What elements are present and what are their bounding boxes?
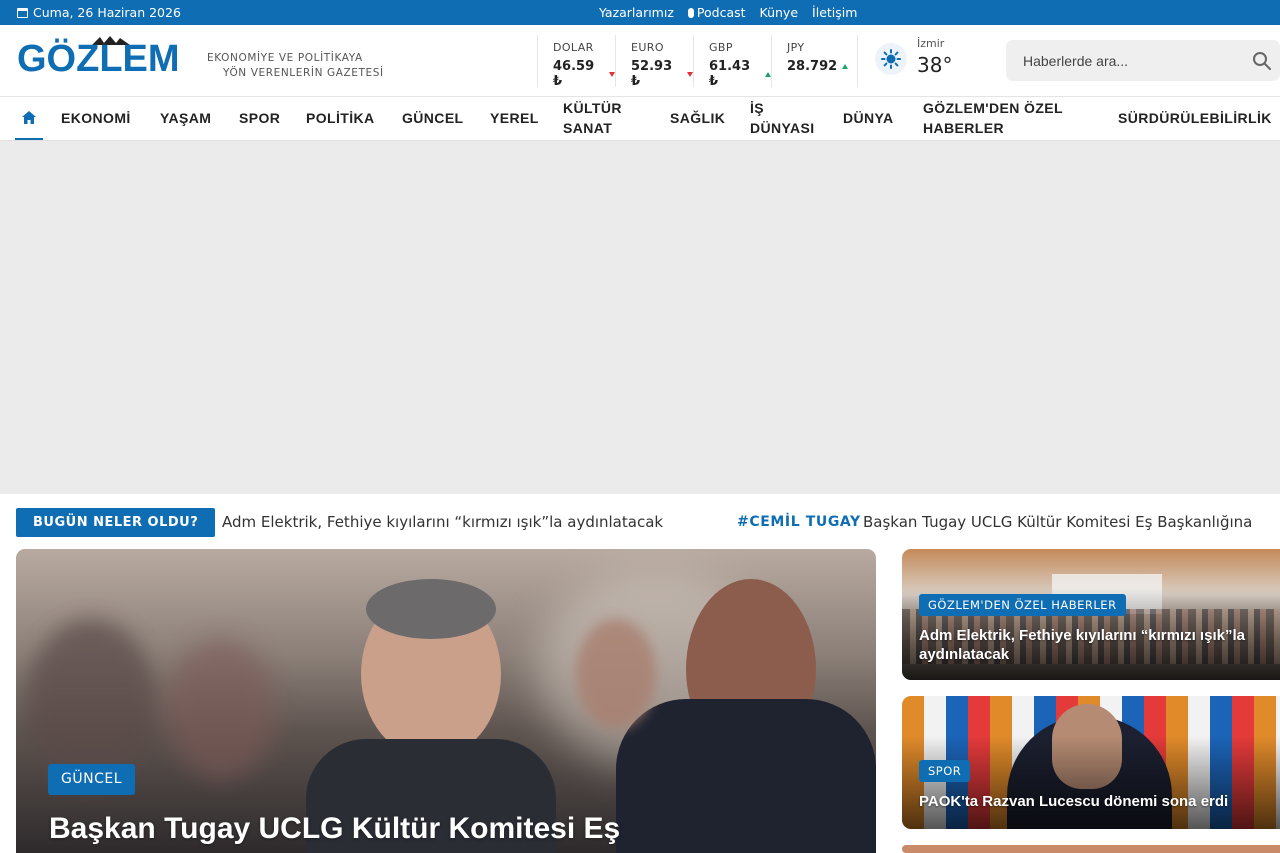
- divider: [857, 35, 858, 87]
- microphone-icon: [687, 7, 694, 18]
- news-ticker: BUGÜN NELER OLDU? Adm Elektrik, Fethiye …: [0, 508, 1280, 538]
- rate-value: 61.43 ₺: [709, 59, 751, 89]
- side-story-card[interactable]: [902, 845, 1280, 853]
- trend-down-icon: [609, 71, 615, 77]
- trend-up-icon: [842, 64, 849, 69]
- nav-label: SANAT: [563, 120, 613, 136]
- search-input[interactable]: [1023, 40, 1243, 81]
- side-story-title[interactable]: Adm Elektrik, Fethiye kıyılarını “kırmız…: [919, 626, 1275, 664]
- link-kunye[interactable]: Künye: [760, 5, 799, 20]
- headline-image: [16, 549, 876, 853]
- rate-value: 46.59 ₺: [553, 59, 595, 89]
- currency-rates: DOLAR 46.59 ₺ EURO 52.93 ₺ GBP 61.43 ₺ J…: [537, 35, 850, 89]
- ticker-label: BUGÜN NELER OLDU?: [16, 508, 216, 537]
- site-header: GÖZLEM EKONOMİYE VE POLİTİKAYA YÖN VEREN…: [0, 25, 1280, 97]
- rate-name: GBP: [709, 41, 733, 54]
- ad-placeholder: [0, 141, 1280, 494]
- link-yazarlarimiz[interactable]: Yazarlarımız: [599, 5, 674, 20]
- trend-up-icon: [765, 71, 771, 77]
- nav-label: İŞ: [750, 100, 765, 116]
- tagline-line1: EKONOMİYE VE POLİTİKAYA: [207, 52, 363, 64]
- rate-name: DOLAR: [553, 41, 594, 54]
- headline-category-badge[interactable]: GÜNCEL: [48, 764, 135, 795]
- rate-jpy[interactable]: JPY 28.792: [772, 35, 850, 87]
- nav-dunya[interactable]: DÜNYA: [843, 108, 894, 128]
- home-icon: [22, 111, 36, 124]
- side-story-category-badge[interactable]: GÖZLEM'DEN ÖZEL HABERLER: [919, 594, 1126, 616]
- ticker-tag[interactable]: #CEMİL TUGAY: [737, 514, 861, 530]
- side-story-category-badge[interactable]: SPOR: [919, 760, 971, 782]
- nav-gozlemden-ozel[interactable]: GÖZLEM'DEN ÖZEL HABERLER: [923, 98, 1063, 138]
- calendar-icon: [17, 7, 28, 18]
- ticker-item[interactable]: Adm Elektrik, Fethiye kıyılarını “kırmız…: [222, 513, 663, 531]
- nav-politika[interactable]: POLİTİKA: [306, 108, 375, 128]
- search-icon[interactable]: [1252, 51, 1272, 71]
- side-story-card[interactable]: GÖZLEM'DEN ÖZEL HABERLER Adm Elektrik, F…: [902, 549, 1280, 680]
- link-podcast[interactable]: Podcast: [687, 5, 746, 20]
- nav-label: DÜNYASI: [750, 120, 815, 136]
- nav-kultur-sanat[interactable]: KÜLTÜR SANAT: [563, 98, 622, 138]
- nav-surdurulebilirlik[interactable]: SÜRDÜRÜLEBİLİRLİK: [1118, 108, 1272, 128]
- top-links: Yazarlarımız Podcast Künye İletişim: [599, 5, 857, 20]
- ticker-item[interactable]: Başkan Tugay UCLG Kültür Komitesi Eş Baş…: [863, 513, 1252, 531]
- nav-yasam[interactable]: YAŞAM: [160, 108, 211, 128]
- weather-widget[interactable]: İzmir 38°: [875, 37, 995, 87]
- side-story-title[interactable]: PAOK'ta Razvan Lucescu dönemi sona erdi: [919, 792, 1275, 811]
- rate-value: 28.792: [787, 59, 838, 74]
- headline-title[interactable]: Başkan Tugay UCLG Kültür Komitesi Eş: [49, 812, 620, 846]
- date-text: Cuma, 26 Haziran 2026: [33, 5, 181, 20]
- nav-label: KÜLTÜR: [563, 100, 622, 116]
- tagline-line2: YÖN VERENLERİN GAZETESİ: [223, 67, 384, 79]
- nav-label: HABERLER: [923, 120, 1004, 136]
- nav-spor[interactable]: SPOR: [239, 108, 280, 128]
- sun-icon: [875, 43, 907, 75]
- side-story-card[interactable]: SPOR PAOK'ta Razvan Lucescu dönemi sona …: [902, 696, 1280, 829]
- rate-value: 52.93 ₺: [631, 59, 673, 89]
- trend-down-icon: [687, 71, 693, 77]
- weather-city: İzmir: [917, 37, 945, 50]
- link-podcast-label: Podcast: [696, 5, 746, 20]
- nav-home[interactable]: [15, 97, 43, 140]
- rate-name: EURO: [631, 41, 664, 54]
- nav-guncel[interactable]: GÜNCEL: [402, 108, 464, 128]
- link-iletisim[interactable]: İletişim: [812, 5, 857, 20]
- rate-dolar[interactable]: DOLAR 46.59 ₺: [538, 35, 616, 89]
- main-nav: EKONOMİ YAŞAM SPOR POLİTİKA GÜNCEL YEREL…: [0, 97, 1280, 141]
- nav-saglik[interactable]: SAĞLIK: [670, 108, 725, 128]
- headline-story[interactable]: GÜNCEL Başkan Tugay UCLG Kültür Komitesi…: [16, 549, 876, 853]
- nav-is-dunyasi[interactable]: İŞ DÜNYASI: [750, 98, 815, 138]
- nav-yerel[interactable]: YEREL: [490, 108, 539, 128]
- nav-ekonomi[interactable]: EKONOMİ: [61, 108, 131, 128]
- rate-name: JPY: [787, 41, 805, 54]
- site-logo[interactable]: GÖZLEM: [17, 40, 180, 78]
- site-tagline: EKONOMİYE VE POLİTİKAYA YÖN VERENLERİN G…: [207, 51, 384, 81]
- nav-label: GÖZLEM'DEN ÖZEL: [923, 100, 1063, 116]
- weather-temp: 38°: [917, 53, 953, 77]
- top-bar: Cuma, 26 Haziran 2026 Yazarlarımız Podca…: [0, 0, 1280, 25]
- rate-gbp[interactable]: GBP 61.43 ₺: [694, 35, 772, 89]
- rate-euro[interactable]: EURO 52.93 ₺: [616, 35, 694, 89]
- side-story-image: [902, 845, 1280, 853]
- search-box: [1006, 40, 1280, 81]
- date-display: Cuma, 26 Haziran 2026: [17, 5, 181, 20]
